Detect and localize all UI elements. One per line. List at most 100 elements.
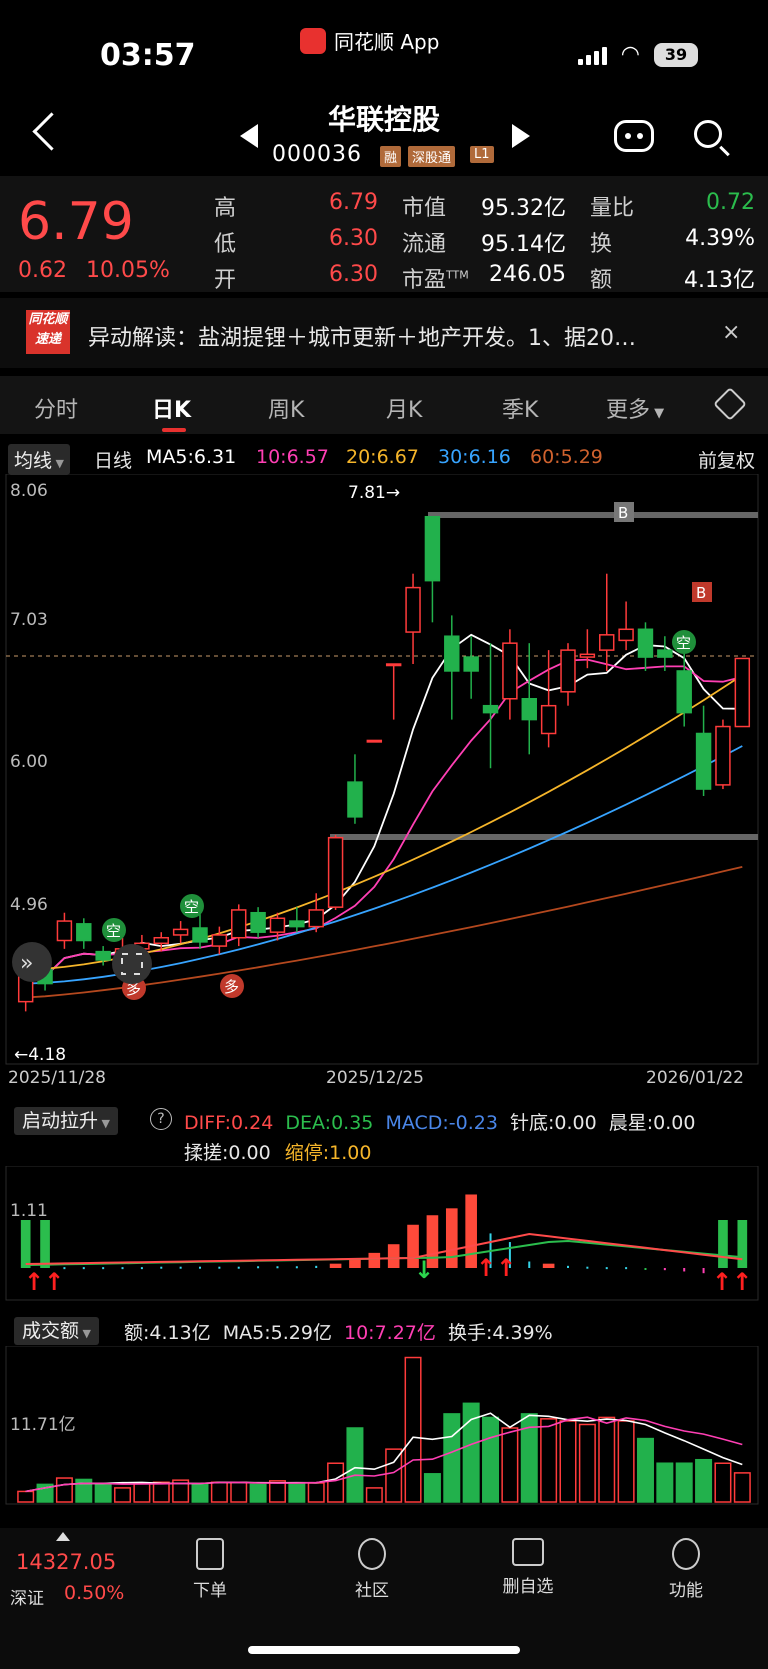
candle-body [734, 657, 751, 728]
quote-label-mktcap: 市值 [402, 196, 447, 221]
volume-bar [385, 1448, 403, 1503]
tab-weekly-k[interactable]: 周K [268, 392, 304, 424]
macd-bar [121, 1267, 124, 1270]
ma5-value: MA5:6.31 [146, 446, 237, 468]
volume-dropdown[interactable]: 成交额 ▼ [14, 1316, 99, 1345]
high-mark-label: 7.81→ [348, 483, 400, 503]
quote-value-low: 6.30 [329, 226, 378, 251]
tag-l1: L1 [470, 146, 494, 163]
fullscreen-button[interactable] [112, 944, 152, 984]
chevron-down-icon: ▼ [79, 1327, 91, 1340]
volume-chart[interactable]: 11.71亿 [0, 1346, 768, 1506]
document-icon [196, 1538, 224, 1570]
volume-bar [443, 1413, 461, 1503]
volume-bar [55, 1477, 73, 1503]
ma-period: 日线 [94, 450, 133, 472]
volume-bar [133, 1482, 151, 1503]
macd-bar [20, 1220, 31, 1268]
quote-label-low: 低 [214, 232, 237, 257]
index-value[interactable]: 14327.05 [16, 1550, 116, 1574]
volume-bar [636, 1437, 654, 1503]
macd-bar [387, 1244, 400, 1268]
volume-bar [307, 1482, 325, 1503]
nav-community[interactable]: 社区 [332, 1538, 412, 1601]
volume-bar [656, 1462, 674, 1503]
prev-stock-icon[interactable] [240, 124, 258, 148]
quote-value-open: 6.30 [329, 262, 378, 287]
robot-assistant-icon[interactable] [614, 120, 654, 152]
tab-daily-k[interactable]: 日K [152, 392, 191, 424]
macd-diff: DIFF:0.24 [184, 1112, 274, 1134]
volume-bar [714, 1462, 732, 1503]
volume-indicator-name: 成交额 [22, 1320, 80, 1342]
resistance-band [428, 512, 758, 518]
candle-body [192, 927, 208, 943]
macd-bar [160, 1266, 163, 1269]
candle-body [269, 917, 286, 933]
macd-bar [349, 1259, 361, 1268]
volume-bar [423, 1473, 441, 1503]
macd-bar [737, 1220, 748, 1268]
adjust-mode[interactable]: 前复权 [698, 446, 755, 473]
candle-body [560, 649, 576, 693]
stock-code: 000036 [272, 142, 362, 167]
nav-order[interactable]: 下单 [170, 1538, 250, 1601]
volume-bar [191, 1483, 209, 1503]
help-icon[interactable]: ? [150, 1108, 172, 1130]
macd-bar [237, 1266, 240, 1269]
volume-legend: 额:4.13亿 MA5:5.29亿 10:7.27亿 换手:4.39% [124, 1318, 553, 1345]
chevron-down-icon: ▼ [650, 406, 665, 421]
news-text[interactable]: 异动解读：盐湖提锂＋城市更新＋地产开发。1、据20… [88, 320, 698, 352]
volume-bar [540, 1418, 558, 1503]
nav-remove-watchlist-label: 删自选 [502, 1577, 554, 1597]
indicator-dropdown[interactable]: 启动拉升 ▼ [14, 1106, 118, 1135]
macd-morning-star: 晨星:0.00 [608, 1112, 696, 1134]
tab-intraday[interactable]: 分时 [34, 392, 78, 424]
menu-icon [672, 1538, 700, 1570]
macd-bar [605, 1267, 608, 1270]
volume-bar [733, 1472, 751, 1503]
volume-bar [365, 1487, 383, 1503]
macd-bar [368, 1252, 381, 1268]
volume-bar [559, 1420, 577, 1503]
volume-bar [327, 1462, 345, 1503]
chevron-down-icon: ▼ [98, 1117, 110, 1130]
macd-chart[interactable]: 1.11 ↑↑ ↑↑ ↓ ↑↑ [0, 1166, 768, 1302]
volume-bar [17, 1490, 35, 1503]
nav-remove-watchlist[interactable]: 删自选 [488, 1538, 568, 1597]
ma-mode-dropdown[interactable]: 均线 ▼ [8, 444, 70, 475]
up-arrow-icon: ↑↑ [476, 1254, 516, 1282]
quote-value-pe: 246.05 [489, 262, 566, 287]
kline-chart[interactable]: 8.06 7.03 6.00 4.96 7.81→ ←4.18 空 空 多 多 … [0, 474, 768, 1078]
nav-functions[interactable]: 功能 [646, 1538, 726, 1601]
candle-body [715, 725, 731, 786]
candle-body [153, 936, 169, 945]
volume-bar [598, 1416, 616, 1503]
news-close-icon[interactable]: × [722, 320, 740, 345]
macd-bar [445, 1208, 458, 1268]
support-band [330, 834, 758, 840]
tab-quarterly-k[interactable]: 季K [502, 392, 538, 424]
kline-y-label-4: 4.96 [10, 895, 48, 915]
volume-bar [501, 1427, 519, 1503]
tab-more[interactable]: 更多 ▼ [606, 392, 664, 424]
tag-margin: 融 [380, 146, 402, 167]
tab-monthly-k[interactable]: 月K [386, 392, 422, 424]
volume-bar [230, 1481, 248, 1503]
status-time: 03:57 [100, 38, 196, 73]
chevron-down-icon: ▼ [52, 457, 64, 470]
kline-y-label-2: 7.03 [10, 610, 48, 630]
macd-y-label: 1.11 [10, 1201, 48, 1221]
tab-more-label: 更多 [606, 398, 651, 423]
ma-mode-label: 均线 [14, 450, 53, 472]
volume-bar [114, 1487, 132, 1503]
battery-icon: 39 [654, 42, 698, 67]
macd-dea: DEA:0.35 [285, 1112, 374, 1134]
ma-line-MA5 [25, 633, 743, 978]
next-stock-icon[interactable] [512, 124, 530, 148]
home-indicator [248, 1646, 520, 1654]
candle-body [695, 732, 712, 790]
search-icon[interactable] [694, 120, 722, 148]
news-logo-top: 同花顺 [28, 312, 68, 327]
signal-short-1-label: 空 [106, 922, 121, 940]
